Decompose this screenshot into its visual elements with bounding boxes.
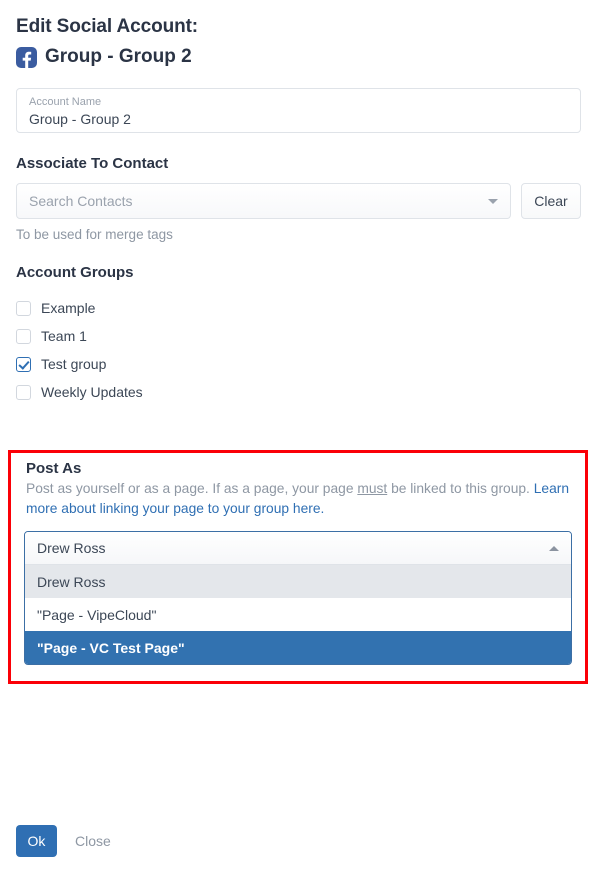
checkbox-weekly-updates[interactable] — [16, 384, 31, 400]
associate-to-contact-row: Search Contacts Clear — [16, 183, 581, 219]
post-as-desc-part1: Post as yourself or as a page. If as a p… — [26, 481, 358, 496]
checkbox-row-weekly-updates[interactable]: Weekly Updates — [16, 378, 581, 406]
merge-tags-helper-text: To be used for merge tags — [16, 227, 173, 242]
checkbox-example[interactable] — [16, 300, 31, 316]
dialog-header: Edit Social Account: Group - Group 2 — [0, 0, 597, 70]
chevron-up-icon[interactable] — [549, 545, 559, 551]
page-title: Edit Social Account: — [16, 16, 199, 37]
dropdown-option-drew-ross[interactable]: Drew Ross — [25, 565, 571, 598]
account-title: Group - Group 2 — [45, 46, 192, 67]
account-title-row: Group - Group 2 — [16, 44, 581, 70]
account-name-value[interactable]: Group - Group 2 — [29, 110, 568, 129]
post-as-desc-emphasis: must — [357, 481, 388, 496]
account-name-label: Account Name — [29, 96, 102, 108]
checkbox-row-test-group[interactable]: Test group — [16, 350, 581, 378]
facebook-icon — [16, 46, 37, 68]
post-as-selected-value: Drew Ross — [37, 540, 106, 556]
checkbox-label-weekly-updates: Weekly Updates — [41, 384, 143, 400]
edit-social-account-dialog: Edit Social Account: Group - Group 2 Acc… — [0, 0, 597, 874]
ok-button[interactable]: Ok — [16, 825, 57, 857]
dropdown-option-page-vc-test-page[interactable]: "Page - VC Test Page" — [25, 631, 571, 664]
account-name-field[interactable]: Account Name Group - Group 2 — [16, 88, 581, 133]
account-groups-title: Account Groups — [16, 264, 134, 281]
post-as-dropdown-field[interactable]: Drew Ross — [25, 532, 571, 565]
close-button[interactable]: Close — [75, 833, 111, 849]
checkbox-label-example: Example — [41, 300, 96, 316]
checkbox-label-test-group: Test group — [41, 356, 107, 372]
post-as-desc-part2: be linked to this group. — [387, 481, 534, 496]
checkbox-label-team-1: Team 1 — [41, 328, 87, 344]
post-as-title: Post As — [26, 460, 82, 477]
post-as-dropdown[interactable]: Drew Ross Drew Ross "Page - VipeCloud" "… — [24, 531, 572, 665]
dialog-footer: Ok Close — [16, 825, 111, 857]
associate-to-contact-title: Associate To Contact — [16, 155, 169, 172]
clear-button[interactable]: Clear — [521, 183, 581, 219]
checkbox-team-1[interactable] — [16, 328, 31, 344]
search-contacts-select[interactable]: Search Contacts — [16, 183, 511, 219]
checkbox-row-team-1[interactable]: Team 1 — [16, 322, 581, 350]
dropdown-option-page-vipecloud[interactable]: "Page - VipeCloud" — [25, 598, 571, 631]
account-groups-list: Example Team 1 Test group Weekly Updates — [16, 294, 581, 406]
checkbox-row-example[interactable]: Example — [16, 294, 581, 322]
post-as-highlight-box: Post As Post as yourself or as a page. I… — [8, 450, 588, 684]
search-contacts-placeholder: Search Contacts — [29, 193, 133, 209]
checkbox-test-group[interactable] — [16, 356, 31, 372]
post-as-description: Post as yourself or as a page. If as a p… — [26, 479, 574, 519]
chevron-down-icon[interactable] — [488, 198, 498, 204]
